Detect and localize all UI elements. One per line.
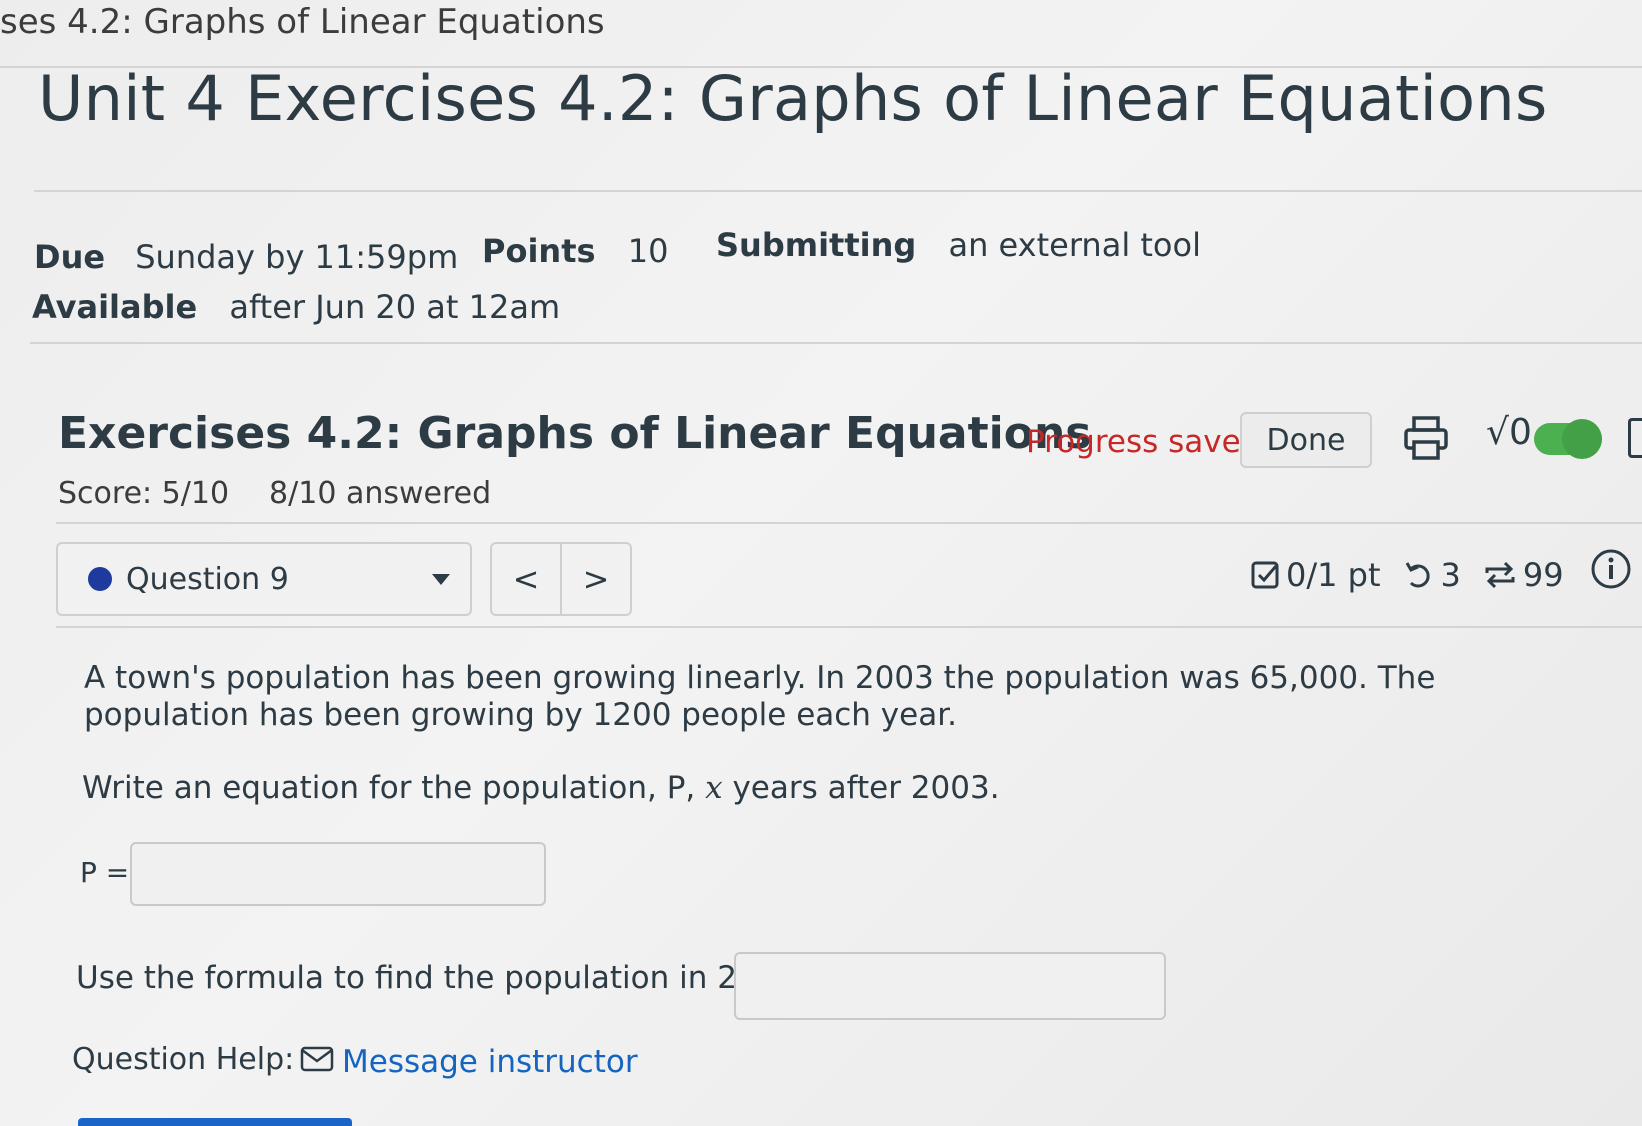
prompt-variable: x — [705, 770, 723, 806]
browser-tab-title: ses 4.2: Graphs of Linear Equations — [0, 2, 605, 42]
math-entry-icon[interactable]: √0 — [1486, 412, 1532, 453]
mail-icon[interactable] — [300, 1046, 334, 1072]
repeat-icon — [1485, 561, 1515, 589]
population-input[interactable] — [734, 952, 1166, 1020]
equation-input[interactable] — [130, 842, 546, 906]
points-value: 10 — [627, 232, 669, 270]
progress-status: Progress saved — [1026, 424, 1261, 460]
prompt-text-before: Write an equation for the population, P, — [82, 770, 696, 806]
info-icon[interactable] — [1590, 548, 1632, 590]
checkbox-icon — [1251, 561, 1279, 589]
points-group: 0/1 pt — [1250, 556, 1381, 594]
prompt-text-after: years after 2003. — [732, 770, 1000, 806]
points-row: Points 10 — [482, 232, 668, 270]
due-value: Sunday by 11:59pm — [135, 238, 459, 276]
math-entry-toggle[interactable] — [1534, 419, 1602, 459]
undo-icon — [1405, 562, 1430, 588]
divider — [30, 342, 1642, 344]
chevron-down-icon — [432, 574, 450, 585]
retries-group: 3 — [1403, 556, 1461, 594]
done-button[interactable]: Done — [1240, 412, 1372, 468]
attempts-group: 99 — [1483, 556, 1564, 594]
panel-icon[interactable] — [1628, 418, 1642, 458]
due-label: Due — [34, 238, 106, 276]
problem-statement: A town's population has been growing lin… — [84, 660, 1436, 734]
submit-button[interactable] — [78, 1118, 352, 1126]
attempts-count: 99 — [1522, 556, 1564, 594]
available-row: Available after Jun 20 at 12am — [32, 288, 560, 326]
submitting-row: Submitting an external tool — [716, 226, 1201, 264]
quiz-title: Exercises 4.2: Graphs of Linear Equation… — [58, 408, 1092, 459]
available-label: Available — [32, 288, 198, 326]
submitting-value: an external tool — [948, 226, 1201, 264]
question-help-label: Question Help: — [72, 1042, 295, 1077]
available-value: after Jun 20 at 12am — [229, 288, 561, 326]
message-instructor-link[interactable]: Message instructor — [342, 1044, 638, 1080]
answered-text: 8/10 answered — [269, 476, 492, 511]
divider — [56, 522, 1642, 524]
page-title: Unit 4 Exercises 4.2: Graphs of Linear E… — [38, 62, 1548, 135]
previous-question-button[interactable]: < — [490, 542, 562, 616]
points-label: Points — [482, 232, 596, 270]
question-status-dot — [88, 567, 112, 591]
population-question-label: Use the formula to find the population i… — [76, 960, 807, 996]
question-select-label: Question 9 — [126, 561, 289, 597]
next-question-button[interactable]: > — [560, 542, 632, 616]
due-row: Due Sunday by 11:59pm — [34, 238, 458, 276]
question-meta: 0/1 pt 3 99 — [1250, 556, 1586, 594]
retries-count: 3 — [1440, 556, 1461, 594]
question-select[interactable]: Question 9 — [56, 542, 472, 616]
divider — [56, 626, 1642, 628]
equation-label: P = — [80, 856, 130, 889]
divider — [34, 190, 1642, 192]
score-line: Score: 5/10 8/10 answered — [58, 476, 491, 511]
question-prompt: Write an equation for the population, P,… — [82, 770, 1000, 807]
score-text: Score: 5/10 — [58, 476, 230, 511]
submitting-label: Submitting — [716, 226, 917, 264]
print-icon[interactable] — [1402, 414, 1450, 462]
question-points: 0/1 pt — [1286, 556, 1381, 594]
